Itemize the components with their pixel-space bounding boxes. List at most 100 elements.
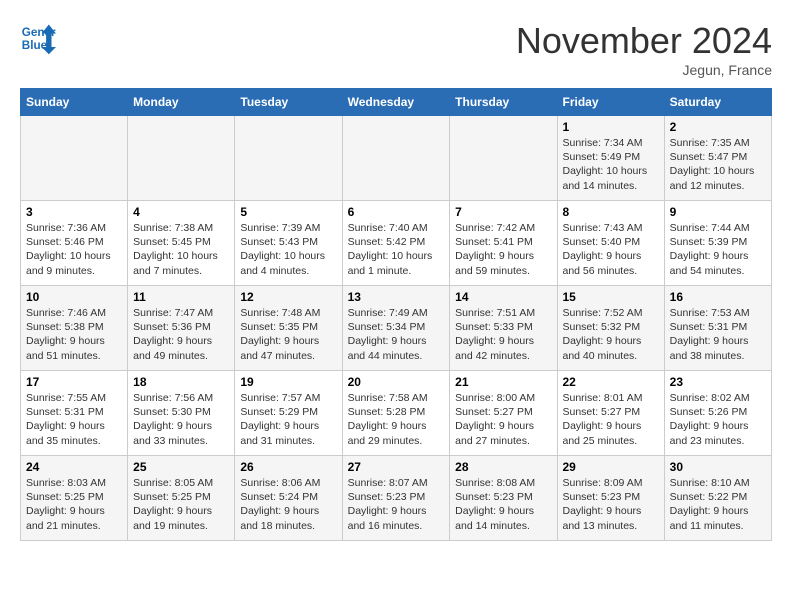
day-detail: Sunrise: 8:08 AMSunset: 5:23 PMDaylight:… xyxy=(455,476,551,533)
calendar-cell: 4 Sunrise: 7:38 AMSunset: 5:45 PMDaylight… xyxy=(128,201,235,286)
calendar-cell: 21 Sunrise: 8:00 AMSunset: 5:27 PMDayligh… xyxy=(450,371,557,456)
calendar-week-1: 1 Sunrise: 7:34 AMSunset: 5:49 PMDaylight… xyxy=(21,116,772,201)
calendar-cell: 9 Sunrise: 7:44 AMSunset: 5:39 PMDaylight… xyxy=(664,201,771,286)
col-header-monday: Monday xyxy=(128,89,235,116)
day-detail: Sunrise: 7:47 AMSunset: 5:36 PMDaylight:… xyxy=(133,306,229,363)
day-number: 28 xyxy=(455,460,551,474)
day-detail: Sunrise: 7:44 AMSunset: 5:39 PMDaylight:… xyxy=(670,221,766,278)
day-number: 4 xyxy=(133,205,229,219)
day-detail: Sunrise: 7:46 AMSunset: 5:38 PMDaylight:… xyxy=(26,306,122,363)
day-detail: Sunrise: 7:35 AMSunset: 5:47 PMDaylight:… xyxy=(670,136,766,193)
calendar-cell: 10Sunrise: 7:46 AMSunset: 5:38 PMDayligh… xyxy=(21,286,128,371)
calendar-cell xyxy=(128,116,235,201)
logo: General Blue xyxy=(20,20,56,56)
calendar-cell: 3 Sunrise: 7:36 AMSunset: 5:46 PMDaylight… xyxy=(21,201,128,286)
col-header-tuesday: Tuesday xyxy=(235,89,342,116)
day-detail: Sunrise: 8:03 AMSunset: 5:25 PMDaylight:… xyxy=(26,476,122,533)
day-number: 5 xyxy=(240,205,336,219)
day-detail: Sunrise: 7:36 AMSunset: 5:46 PMDaylight:… xyxy=(26,221,122,278)
day-detail: Sunrise: 8:01 AMSunset: 5:27 PMDaylight:… xyxy=(563,391,659,448)
day-detail: Sunrise: 8:10 AMSunset: 5:22 PMDaylight:… xyxy=(670,476,766,533)
day-detail: Sunrise: 8:02 AMSunset: 5:26 PMDaylight:… xyxy=(670,391,766,448)
calendar-week-4: 17 Sunrise: 7:55 AMSunset: 5:31 PMDayligh… xyxy=(21,371,772,456)
calendar-cell: 28 Sunrise: 8:08 AMSunset: 5:23 PMDayligh… xyxy=(450,456,557,541)
calendar-cell xyxy=(342,116,450,201)
calendar-table: SundayMondayTuesdayWednesdayThursdayFrid… xyxy=(20,88,772,541)
day-number: 16 xyxy=(670,290,766,304)
svg-text:Blue: Blue xyxy=(22,39,48,52)
calendar-cell: 27 Sunrise: 8:07 AMSunset: 5:23 PMDayligh… xyxy=(342,456,450,541)
calendar-cell: 5 Sunrise: 7:39 AMSunset: 5:43 PMDaylight… xyxy=(235,201,342,286)
calendar-cell: 2 Sunrise: 7:35 AMSunset: 5:47 PMDaylight… xyxy=(664,116,771,201)
calendar-cell: 24 Sunrise: 8:03 AMSunset: 5:25 PMDayligh… xyxy=(21,456,128,541)
col-header-thursday: Thursday xyxy=(450,89,557,116)
calendar-cell: 7Sunrise: 7:42 AMSunset: 5:41 PMDaylight… xyxy=(450,201,557,286)
col-header-wednesday: Wednesday xyxy=(342,89,450,116)
calendar-cell xyxy=(450,116,557,201)
day-detail: Sunrise: 7:43 AMSunset: 5:40 PMDaylight:… xyxy=(563,221,659,278)
calendar-cell: 11Sunrise: 7:47 AMSunset: 5:36 PMDayligh… xyxy=(128,286,235,371)
day-detail: Sunrise: 8:06 AMSunset: 5:24 PMDaylight:… xyxy=(240,476,336,533)
location-label: Jegun, France xyxy=(516,62,772,78)
day-number: 30 xyxy=(670,460,766,474)
day-number: 22 xyxy=(563,375,659,389)
day-number: 25 xyxy=(133,460,229,474)
calendar-cell: 12Sunrise: 7:48 AMSunset: 5:35 PMDayligh… xyxy=(235,286,342,371)
day-detail: Sunrise: 7:38 AMSunset: 5:45 PMDaylight:… xyxy=(133,221,229,278)
day-number: 20 xyxy=(348,375,445,389)
day-detail: Sunrise: 8:07 AMSunset: 5:23 PMDaylight:… xyxy=(348,476,445,533)
calendar-cell: 19 Sunrise: 7:57 AMSunset: 5:29 PMDayligh… xyxy=(235,371,342,456)
day-number: 29 xyxy=(563,460,659,474)
day-detail: Sunrise: 8:00 AMSunset: 5:27 PMDaylight:… xyxy=(455,391,551,448)
day-number: 18 xyxy=(133,375,229,389)
day-number: 6 xyxy=(348,205,445,219)
day-detail: Sunrise: 7:58 AMSunset: 5:28 PMDaylight:… xyxy=(348,391,445,448)
day-number: 15 xyxy=(563,290,659,304)
day-detail: Sunrise: 7:40 AMSunset: 5:42 PMDaylight:… xyxy=(348,221,445,278)
day-detail: Sunrise: 7:51 AMSunset: 5:33 PMDaylight:… xyxy=(455,306,551,363)
day-detail: Sunrise: 7:55 AMSunset: 5:31 PMDaylight:… xyxy=(26,391,122,448)
calendar-cell: 17 Sunrise: 7:55 AMSunset: 5:31 PMDayligh… xyxy=(21,371,128,456)
day-detail: Sunrise: 7:42 AMSunset: 5:41 PMDaylight:… xyxy=(455,221,551,278)
col-header-sunday: Sunday xyxy=(21,89,128,116)
calendar-cell: 25Sunrise: 8:05 AMSunset: 5:25 PMDayligh… xyxy=(128,456,235,541)
day-detail: Sunrise: 7:39 AMSunset: 5:43 PMDaylight:… xyxy=(240,221,336,278)
calendar-cell: 22 Sunrise: 8:01 AMSunset: 5:27 PMDayligh… xyxy=(557,371,664,456)
calendar-cell: 15Sunrise: 7:52 AMSunset: 5:32 PMDayligh… xyxy=(557,286,664,371)
day-number: 1 xyxy=(563,120,659,134)
col-header-friday: Friday xyxy=(557,89,664,116)
day-number: 13 xyxy=(348,290,445,304)
calendar-cell: 18 Sunrise: 7:56 AMSunset: 5:30 PMDayligh… xyxy=(128,371,235,456)
day-number: 17 xyxy=(26,375,122,389)
calendar-week-3: 10Sunrise: 7:46 AMSunset: 5:38 PMDayligh… xyxy=(21,286,772,371)
calendar-cell: 16Sunrise: 7:53 AMSunset: 5:31 PMDayligh… xyxy=(664,286,771,371)
day-detail: Sunrise: 7:48 AMSunset: 5:35 PMDaylight:… xyxy=(240,306,336,363)
calendar-cell: 1 Sunrise: 7:34 AMSunset: 5:49 PMDaylight… xyxy=(557,116,664,201)
calendar-week-2: 3 Sunrise: 7:36 AMSunset: 5:46 PMDaylight… xyxy=(21,201,772,286)
calendar-cell: 26 Sunrise: 8:06 AMSunset: 5:24 PMDayligh… xyxy=(235,456,342,541)
calendar-cell: 13Sunrise: 7:49 AMSunset: 5:34 PMDayligh… xyxy=(342,286,450,371)
calendar-cell: 23 Sunrise: 8:02 AMSunset: 5:26 PMDayligh… xyxy=(664,371,771,456)
col-header-saturday: Saturday xyxy=(664,89,771,116)
day-detail: Sunrise: 7:56 AMSunset: 5:30 PMDaylight:… xyxy=(133,391,229,448)
logo-icon: General Blue xyxy=(20,20,56,56)
calendar-header-row: SundayMondayTuesdayWednesdayThursdayFrid… xyxy=(21,89,772,116)
month-title: November 2024 xyxy=(516,20,772,62)
day-number: 2 xyxy=(670,120,766,134)
day-number: 19 xyxy=(240,375,336,389)
day-number: 3 xyxy=(26,205,122,219)
day-number: 26 xyxy=(240,460,336,474)
day-number: 9 xyxy=(670,205,766,219)
day-number: 23 xyxy=(670,375,766,389)
calendar-cell: 20 Sunrise: 7:58 AMSunset: 5:28 PMDayligh… xyxy=(342,371,450,456)
day-detail: Sunrise: 7:57 AMSunset: 5:29 PMDaylight:… xyxy=(240,391,336,448)
calendar-cell xyxy=(21,116,128,201)
day-detail: Sunrise: 7:34 AMSunset: 5:49 PMDaylight:… xyxy=(563,136,659,193)
calendar-cell xyxy=(235,116,342,201)
page-header: General Blue November 2024 Jegun, France xyxy=(20,20,772,78)
calendar-cell: 30 Sunrise: 8:10 AMSunset: 5:22 PMDayligh… xyxy=(664,456,771,541)
day-number: 27 xyxy=(348,460,445,474)
calendar-cell: 8Sunrise: 7:43 AMSunset: 5:40 PMDaylight… xyxy=(557,201,664,286)
day-number: 24 xyxy=(26,460,122,474)
day-number: 21 xyxy=(455,375,551,389)
